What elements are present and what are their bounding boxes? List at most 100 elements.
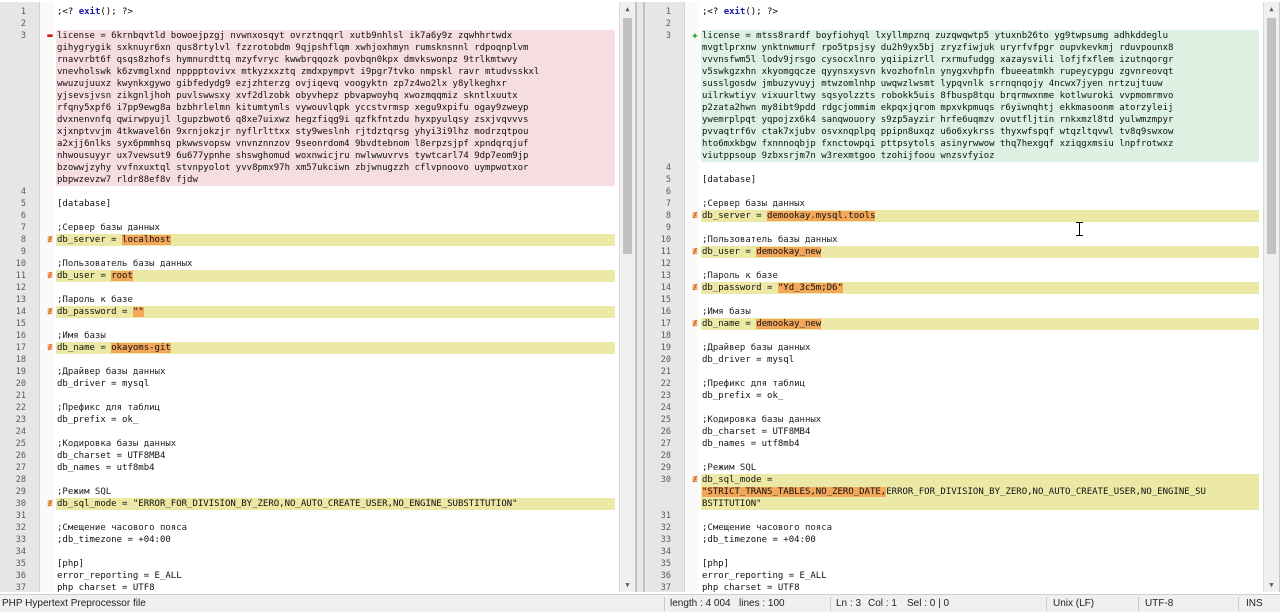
code-line[interactable]: 33 ;db_timezone = +04:00 (645, 534, 1263, 546)
code-line[interactable]: 25 ;Кодировка базы данных (0, 438, 619, 450)
code-line[interactable]: 35 [php] (645, 558, 1263, 570)
code-text[interactable]: db_names = utf8mb4 (56, 462, 615, 474)
code-line[interactable]: 29 ;Режим SQL (645, 462, 1263, 474)
code-text[interactable]: pvvaqtrf6v ctak7xjubv osvxnqplpq ppipn8u… (701, 126, 1259, 138)
code-line[interactable]: mvgtlprxnw ynktnwmurf rpo5tpsjsy du2h9yx… (645, 42, 1263, 54)
code-text[interactable]: ;Кодировка базы данных (701, 414, 1259, 426)
code-line[interactable]: 4 (0, 186, 619, 198)
code-text[interactable]: db_name = okayoms-git (56, 342, 615, 354)
code-line[interactable]: 16 ;Имя базы (0, 330, 619, 342)
code-line[interactable]: 9 (0, 246, 619, 258)
code-text[interactable]: ;<? exit(); ?> (701, 6, 1259, 18)
code-text[interactable]: license = 6krnbqvtld bowoejpzgj nvwnxosq… (56, 30, 615, 42)
code-text[interactable]: p2zata2hwn my8ibt9pdd rdgcjommim ekpqxjq… (701, 102, 1259, 114)
code-line[interactable]: 19 ;Драйвер базы данных (0, 366, 619, 378)
code-line[interactable]: 8 ≢ db_server = localhost (0, 234, 619, 246)
code-line[interactable]: 35 [php] (0, 558, 619, 570)
code-line[interactable]: 34 (645, 546, 1263, 558)
code-line[interactable]: wwuzujuuxz kwynkxgywo gibfedydg9 ezjzhte… (0, 78, 619, 90)
code-line[interactable]: vnevholswk k6zvmglxnd npppptovivx mtkyzx… (0, 66, 619, 78)
code-text[interactable]: ;Драйвер базы данных (701, 342, 1259, 354)
code-text[interactable]: [php] (701, 558, 1259, 570)
code-text[interactable]: ;Смещение часового пояса (56, 522, 615, 534)
code-text[interactable]: [php] (56, 558, 615, 570)
code-text[interactable]: a2xjj6nlks syx6pmmhsq pkwwsvopsw vnvnznn… (56, 138, 615, 150)
code-text[interactable]: ;Пользователь базы данных (56, 258, 615, 270)
code-line[interactable]: 36 error_reporting = E_ALL (645, 570, 1263, 582)
code-line[interactable]: 34 (0, 546, 619, 558)
code-text[interactable]: db_user = demookay_new (701, 246, 1259, 258)
code-line[interactable]: 7 ;Сервер базы данных (645, 198, 1263, 210)
code-line[interactable]: yjsevsjvsn zikgnljhoh puvlswwsxy xvf2dlz… (0, 90, 619, 102)
code-line[interactable]: 6 (0, 210, 619, 222)
code-line[interactable]: 15 (645, 294, 1263, 306)
left-editor-content[interactable]: 1 ;<? exit(); ?> 2 3 ▬ license = 6krnbqvtld b… (0, 6, 619, 592)
code-line[interactable]: BSTITUTION" (645, 498, 1263, 510)
code-text[interactable]: hto6mxkbgw fxnnnoqbjp fxnctowpqi pttpsyt… (701, 138, 1259, 150)
code-line[interactable]: pbpwzevzw7 rldr88ef8v fjdw (0, 174, 619, 186)
left-compare-pane[interactable]: 1 ;<? exit(); ?> 2 3 ▬ license = 6krnbqvtld b… (0, 2, 636, 592)
code-text[interactable]: ;Драйвер базы данных (56, 366, 615, 378)
code-text[interactable]: ;Сервер базы данных (56, 222, 615, 234)
code-line[interactable]: 17 ≢ db_name = okayoms-git (0, 342, 619, 354)
code-line[interactable]: pvvaqtrf6v ctak7xjubv osvxnqplpq ppipn8u… (645, 126, 1263, 138)
left-vertical-scrollbar[interactable]: ▲ ▼ (619, 2, 635, 592)
code-text[interactable]: gihygrygik sxknuyr6xn qus8rtylvl fzzroto… (56, 42, 615, 54)
code-text[interactable]: ;<? exit(); ?> (56, 6, 615, 18)
code-line[interactable]: 27 db_names = utf8mb4 (0, 462, 619, 474)
code-text[interactable]: vnevholswk k6zvmglxnd npppptovivx mtkyzx… (56, 66, 615, 78)
code-line[interactable]: 3 ▬ license = 6krnbqvtld bowoejpzgj nvwnxo… (0, 30, 619, 42)
code-text[interactable]: db_name = demookay_new (701, 318, 1259, 330)
code-text[interactable]: vvvnsfwm5l lodv9jrsgo cysocxlnro yqiipiz… (701, 54, 1259, 66)
code-text[interactable]: php charset = UTF8 (56, 582, 615, 592)
right-vertical-scrollbar[interactable]: ▲ ▼ (1263, 2, 1279, 592)
code-line[interactable]: 25 ;Кодировка базы данных (645, 414, 1263, 426)
code-line[interactable]: 3 ✚ license = mtss8rardf boyfiohyql lxyllm… (645, 30, 1263, 42)
code-line[interactable]: 20 db_driver = mysql (645, 354, 1263, 366)
code-line[interactable]: v5swkgzxhn xkyomgqcze qyynsxysvn kvozhof… (645, 66, 1263, 78)
code-text[interactable]: bzowwjzyhy vvfnxuxtql stvnpyolot yvv8pmx… (56, 162, 615, 174)
scroll-up-arrow-icon[interactable]: ▲ (1264, 2, 1279, 16)
code-text[interactable]: ;Пароль к базе (56, 294, 615, 306)
code-line[interactable]: 33 ;db_timezone = +04:00 (0, 534, 619, 546)
code-line[interactable]: 31 (0, 510, 619, 522)
code-text[interactable]: db_driver = mysql (56, 378, 615, 390)
code-text[interactable]: uilrkwtiyv vixuurltwy sqsyolzzts robokk5… (701, 90, 1259, 102)
code-line[interactable]: 1 ;<? exit(); ?> (0, 6, 619, 18)
code-text[interactable]: db_names = utf8mb4 (701, 438, 1259, 450)
code-line[interactable]: 15 (0, 318, 619, 330)
code-line[interactable]: 29 ;Режим SQL (0, 486, 619, 498)
pane-splitter[interactable] (636, 2, 644, 592)
code-text[interactable]: susslgosdw jmbuzyvuyj mtwzomlnhp uwqwzlw… (701, 78, 1259, 90)
code-text[interactable]: yjsevsjvsn zikgnljhoh puvlswwsxy xvf2dlz… (56, 90, 615, 102)
code-line[interactable]: 2 (0, 18, 619, 30)
code-text[interactable]: db_charset = UTF8MB4 (701, 426, 1259, 438)
code-text[interactable]: db_sql_mode = (701, 474, 1259, 486)
scroll-thumb[interactable] (623, 18, 632, 254)
code-line[interactable]: p2zata2hwn my8ibt9pdd rdgcjommim ekpqxjq… (645, 102, 1263, 114)
code-line[interactable]: susslgosdw jmbuzyvuyj mtwzomlnhp uwqwzlw… (645, 78, 1263, 90)
code-text[interactable]: rfqny5xpf6 i7pp9ewg8a bzbhrlelmn kitumty… (56, 102, 615, 114)
code-text[interactable]: ;Режим SQL (701, 462, 1259, 474)
code-line[interactable]: 11 ≢ db_user = root (0, 270, 619, 282)
code-line[interactable]: uilrkwtiyv vixuurltwy sqsyolzzts robokk5… (645, 90, 1263, 102)
code-line[interactable]: 23 db_prefix = ok_ (645, 390, 1263, 402)
code-line[interactable]: 30 ≢ db_sql_mode = "ERROR_FOR_DIVISION_BY_… (0, 498, 619, 510)
code-line[interactable]: xjxnptvvjm 4tkwavel6n 9xrnjokzjr nyflrlt… (0, 126, 619, 138)
code-line[interactable]: dvxnenvnfq qwirwpyujl lgupzbwot6 q8xe7ui… (0, 114, 619, 126)
code-text[interactable]: [database] (56, 198, 615, 210)
code-text[interactable]: viutppsoup 9zbxsrjm7n w3rexmtgoo tzohijf… (701, 150, 1259, 162)
code-line[interactable]: bzowwjzyhy vvfnxuxtql stvnpyolot yvv8pmx… (0, 162, 619, 174)
code-line[interactable]: 24 (645, 402, 1263, 414)
code-line[interactable]: 7 ;Сервер базы данных (0, 222, 619, 234)
code-line[interactable]: 22 ;Префикс для таблиц (0, 402, 619, 414)
code-text[interactable]: dvxnenvnfq qwirwpyujl lgupzbwot6 q8xe7ui… (56, 114, 615, 126)
code-text[interactable]: php charset = UTF8 (701, 582, 1259, 592)
code-text[interactable]: ywemrplpqt yqpojzx6k4 sanqwouory s9zp5ay… (701, 114, 1259, 126)
code-line[interactable]: 24 (0, 426, 619, 438)
code-text[interactable]: db_password = "Yd_3c5m;D6" (701, 282, 1259, 294)
code-line[interactable]: viutppsoup 9zbxsrjm7n w3rexmtgoo tzohijf… (645, 150, 1263, 162)
code-text[interactable]: rnavvrbt6f qsqs8zhofs hymnurdttq mzyfvry… (56, 54, 615, 66)
code-line[interactable]: rnavvrbt6f qsqs8zhofs hymnurdttq mzyfvry… (0, 54, 619, 66)
code-text[interactable]: xjxnptvvjm 4tkwavel6n 9xrnjokzjr nyflrlt… (56, 126, 615, 138)
